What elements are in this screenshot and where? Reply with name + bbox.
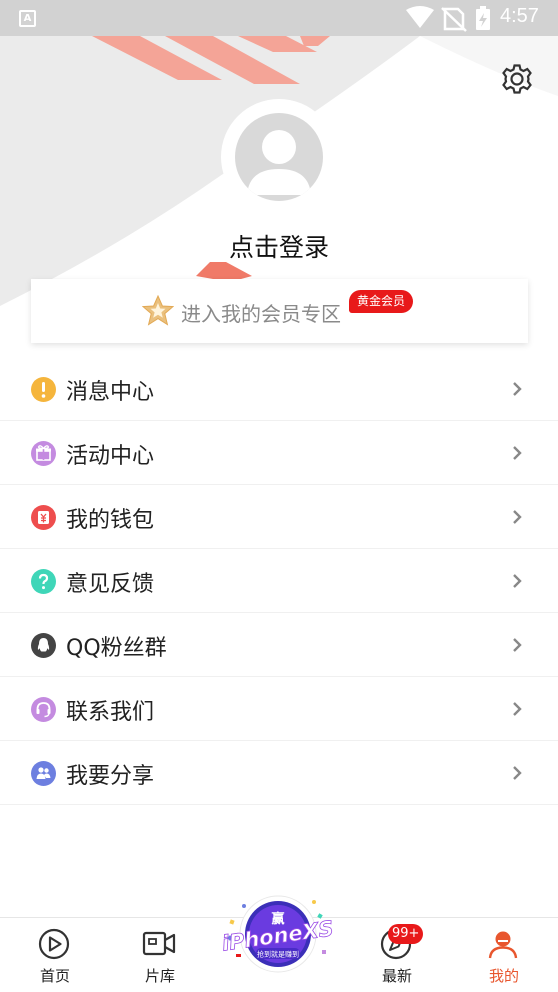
chevron-right-icon [513,766,522,780]
menu-item-qq-group[interactable]: QQ粉丝群 [0,613,558,677]
wallet-icon [31,505,56,530]
chevron-right-icon [513,446,522,460]
profile-header: 点击登录 [0,36,558,306]
notification-count-badge: 99+ [388,924,424,944]
vip-level-badge: 黄金会员 [349,290,414,313]
chevron-right-icon [513,638,522,652]
avatar[interactable] [221,99,337,215]
status-icons [406,6,490,32]
svg-text:抢到就是赚到: 抢到就是赚到 [257,950,299,959]
chevron-right-icon [513,382,522,396]
video-camera-icon [142,931,176,956]
wifi-icon [406,6,434,28]
menu-label: QQ粉丝群 [66,636,167,661]
menu-label: 消息中心 [66,380,155,405]
nav-label: 片库 [144,967,175,985]
nav-label: 我的 [488,967,519,985]
menu-item-wallet[interactable]: 我的钱包 [0,485,558,549]
qq-icon [31,633,56,658]
share-people-icon [31,761,56,786]
nav-library[interactable]: 片库 [105,918,215,992]
nav-label: 首页 [39,967,70,985]
clock: 4:57 [500,5,539,27]
star-icon [142,295,174,326]
vip-entry-label: 进入我的会员专区 [181,302,341,326]
chevron-right-icon [513,510,522,524]
profile-icon [488,931,518,959]
menu-label: 联系我们 [66,700,155,725]
gear-icon[interactable] [500,62,534,96]
person-icon [235,113,323,201]
no-sim-icon [441,7,467,32]
menu-item-activities[interactable]: 活动中心 [0,421,558,485]
iphone-promo-button[interactable]: 赢 iPhoneXS 抢到就是赚到 [222,890,334,978]
play-circle-icon [38,928,70,960]
status-bar: A 4:57 [0,0,558,36]
nav-label: 最新 [381,967,412,985]
vip-member-card[interactable]: 进入我的会员专区 黄金会员 [31,279,528,343]
gift-icon [31,441,56,466]
menu-item-feedback[interactable]: 意见反馈 [0,549,558,613]
menu-list: 消息中心 活动中心 我的钱包 意见反馈 QQ粉丝群 联系我们 我要分享 [0,357,558,805]
menu-item-share[interactable]: 我要分享 [0,741,558,805]
exclamation-icon [31,377,56,402]
menu-label: 活动中心 [66,444,155,469]
headset-icon [31,697,56,722]
battery-icon [476,6,490,30]
menu-label: 意见反馈 [66,572,155,597]
question-icon [31,569,56,594]
chevron-right-icon [513,702,522,716]
menu-label: 我要分享 [66,764,155,789]
menu-item-contact[interactable]: 联系我们 [0,677,558,741]
chevron-right-icon [513,574,522,588]
menu-label: 我的钱包 [66,508,155,533]
nav-mine[interactable]: 我的 [449,918,558,992]
notification-a-icon: A [19,10,36,27]
login-prompt[interactable]: 点击登录 [0,228,558,264]
nav-home[interactable]: 首页 [0,918,110,992]
menu-item-messages[interactable]: 消息中心 [0,357,558,421]
